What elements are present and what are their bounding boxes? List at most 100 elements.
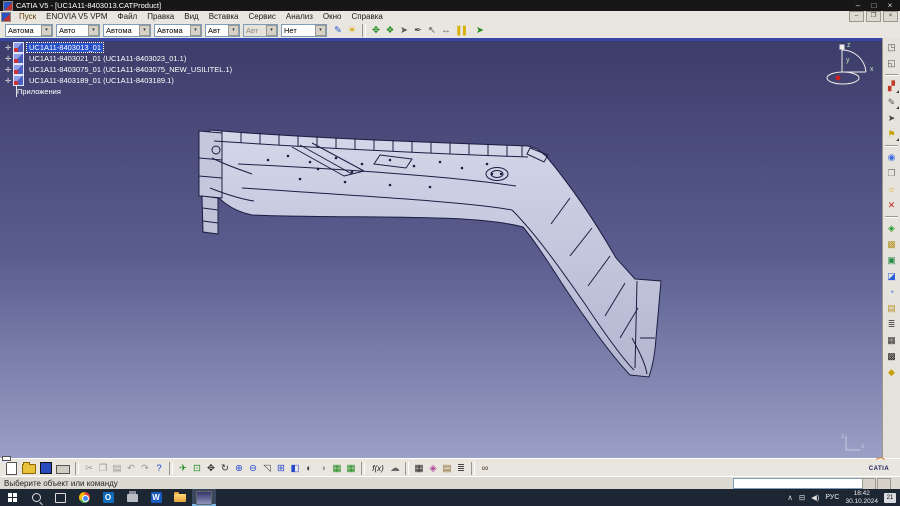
expander-icon[interactable]: ✛ [4,55,12,63]
combo-2-авто[interactable]: Авто▾ [56,24,100,37]
outlook-button[interactable]: O [96,489,120,506]
frame-view-icon[interactable]: ◱ [885,57,898,70]
start-button[interactable] [0,489,24,506]
tree-root-label[interactable]: UC1A11-8403013_01 [27,43,103,52]
menu-анализ[interactable]: Анализ [281,12,318,21]
structure-graph-icon[interactable]: ◈ [426,462,440,475]
menu-сервис[interactable]: Сервис [243,12,280,21]
chevron-down-icon[interactable]: ▾ [228,25,239,36]
word-button[interactable]: W [144,489,168,506]
light-bulb-icon[interactable]: ☼ [885,183,898,196]
menu-пуск[interactable]: Пуск [14,12,41,21]
update-active-icon[interactable]: ❖ [383,24,397,37]
tree-item-label[interactable]: UC1A11-8403075_01 (UC1A11-8403075_NEW_US… [27,65,234,74]
catalog-yellow-icon[interactable]: ▤ [885,302,898,315]
combo-5-авт[interactable]: Авт▾ [205,24,240,37]
update-all-icon[interactable]: ✥ [369,24,383,37]
tree-footer-label[interactable]: Приложения [17,87,61,96]
mdi-close-button[interactable]: × [883,11,898,22]
attribute-brush-icon[interactable]: ☀ [345,24,359,37]
combo-4-автома[interactable]: Автома▾ [154,24,202,37]
box-green-icon[interactable]: ▣ [885,254,898,267]
chrome-button[interactable] [72,489,96,506]
command-input[interactable] [733,478,863,489]
product-structure-icon[interactable]: ▞ [885,80,898,93]
compass[interactable]: z y x [827,42,874,84]
pan-icon[interactable]: ✥ [204,462,218,475]
menu-справка[interactable]: Справка [346,12,387,21]
multi-view-icon[interactable]: ⊞ [274,462,288,475]
new-file-icon[interactable] [6,462,17,475]
measure-pie-icon[interactable]: ◔ [885,286,898,299]
tray-expand-icon[interactable]: ∧ [787,493,793,502]
screen-split-icon[interactable]: ▦ [344,462,358,475]
chevron-down-icon[interactable]: ▾ [41,25,52,36]
flag-note-icon[interactable]: ⚑ [885,128,898,141]
taskbar-search-button[interactable] [24,489,48,506]
notification-badge-icon[interactable]: 21 [884,493,896,503]
paint-mode-icon[interactable]: ✎ [331,24,345,37]
expander-icon[interactable]: ✛ [4,77,12,85]
chevron-down-icon[interactable]: ▾ [266,25,277,36]
matrix-qr-icon[interactable]: ▩ [885,350,898,363]
sketch-tools-icon[interactable]: ✎ [885,96,898,109]
headset-device-icon[interactable]: ∞ [478,462,492,475]
tree-item-label[interactable]: UC1A11-8403189_01 (UC1A11-8403189.1) [27,76,176,85]
fit-all-in-icon[interactable]: ⊡ [190,462,204,475]
grid-dark-icon[interactable]: ▦ [885,334,898,347]
tree-root-row[interactable]: ✛ UC1A11-8403013_01 [4,42,234,53]
viewport-3d[interactable]: ✛ UC1A11-8403013_01 ✛ UC1A11-8403021_01 (… [0,38,900,458]
mdi-minimize-button[interactable]: – [849,11,864,22]
combo-6-авт[interactable]: Авт▾ [243,24,278,37]
expander-icon[interactable]: ✛ [4,44,12,52]
gem-yellow-icon[interactable]: ◆ [885,366,898,379]
data-table-icon[interactable]: ▦ [412,462,426,475]
tree-row-2[interactable]: ✛UC1A11-8403075_01 (UC1A11-8403075_NEW_U… [4,64,234,75]
fly-mode-icon[interactable]: ✈ [176,462,190,475]
task-view-button[interactable] [48,489,72,506]
select-arrow-icon[interactable]: ➤ [885,112,898,125]
network-icon[interactable]: ⊟ [799,493,805,502]
help-whats-this-icon[interactable]: ? [152,462,166,475]
tree-item-label[interactable]: UC1A11-8403021_01 (UC1A11-8403023_01.1) [27,54,188,63]
language-indicator[interactable]: РУС [825,494,839,501]
combo-1-автома[interactable]: Автома▾ [5,24,53,37]
layers-icon[interactable]: ❐ [885,167,898,180]
zoom-in-icon[interactable]: ⊕ [232,462,246,475]
layer-filter-icon[interactable]: ≣ [454,462,468,475]
menu-вид[interactable]: Вид [179,12,203,21]
combo-3-автома[interactable]: Автома▾ [103,24,151,37]
chevron-down-icon[interactable]: ▾ [88,25,99,36]
screen-full-icon[interactable]: ▦ [330,462,344,475]
select-restricted-icon[interactable]: ➤ [397,24,411,37]
menu-файл[interactable]: Файл [113,12,143,21]
model-canvas[interactable]: z y x z x [0,38,883,458]
select-trap-icon[interactable]: ↖ [425,24,439,37]
delete-red-x-icon[interactable]: ✕ [885,199,898,212]
tree-row-3[interactable]: ✛ UC1A11-8403189_01 (UC1A11-8403189.1) [4,75,234,86]
formula-fx-icon[interactable]: f(x) [368,462,388,475]
cad-model[interactable] [199,130,661,377]
pin-select-icon[interactable]: ✒ [411,24,425,37]
menu-правка[interactable]: Правка [142,12,179,21]
chevron-down-icon[interactable]: ▾ [139,25,150,36]
box-yellow-icon[interactable]: ▩ [885,238,898,251]
measure-between-icon[interactable]: ↔ [439,24,453,37]
menu-вставка[interactable]: Вставка [204,12,244,21]
clock[interactable]: 18:42 30.10.2024 [845,490,878,505]
hide-show-icon[interactable]: ◐ [302,462,316,475]
minimize-button[interactable]: – [850,0,866,11]
mdi-restore-button[interactable]: ❐ [866,11,881,22]
select-filter-icon[interactable]: ➤ [473,24,487,37]
open-file-icon[interactable] [22,464,36,474]
zoom-out-icon[interactable]: ⊖ [246,462,260,475]
iso-view-icon[interactable]: ◧ [288,462,302,475]
maximize-button[interactable]: □ [866,0,882,11]
rotate-icon[interactable]: ↻ [218,462,232,475]
sphere-tool-icon[interactable]: ◈ [885,222,898,235]
chevron-down-icon[interactable]: ▾ [315,25,326,36]
save-icon[interactable] [40,462,52,474]
device-app-button[interactable] [120,489,144,506]
comment-bubble-icon[interactable]: ☁ [388,462,402,475]
catalog-browser-icon[interactable]: ▤ [440,462,454,475]
